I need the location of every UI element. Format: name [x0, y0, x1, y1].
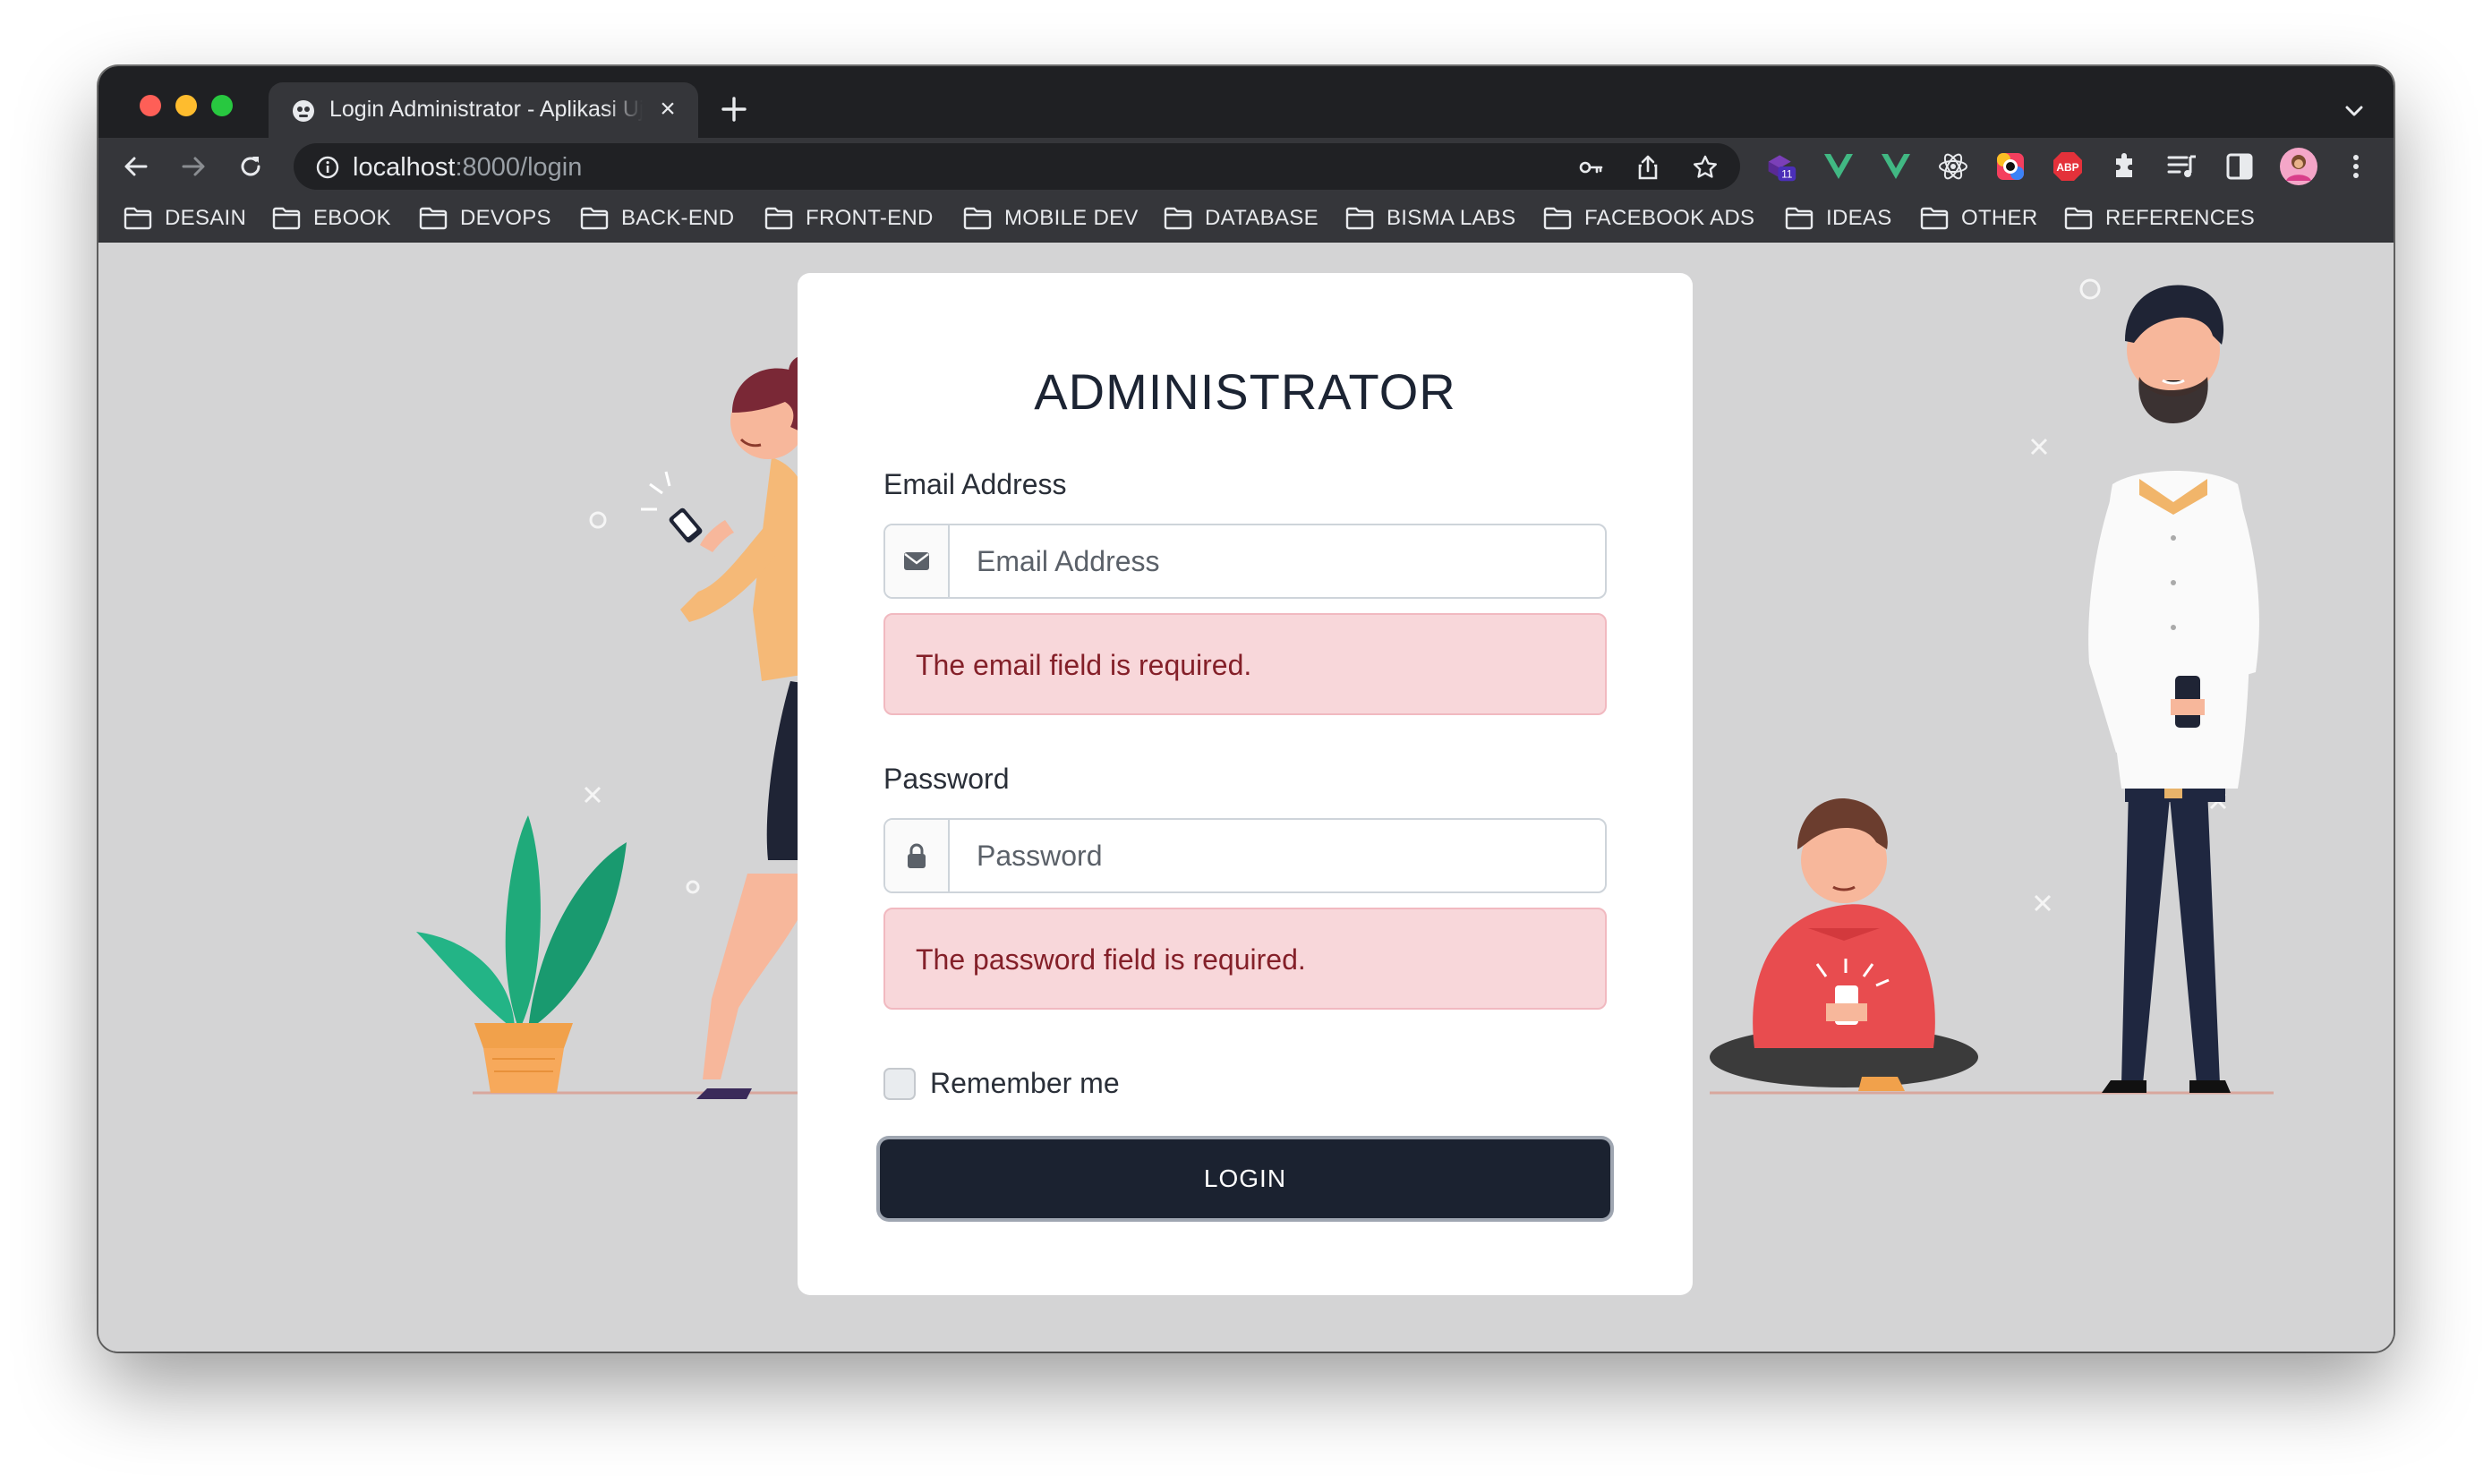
abp-label: ABP — [2056, 161, 2078, 174]
extension-purple-icon[interactable]: 11 — [1765, 150, 1797, 183]
password-label: Password — [883, 763, 1010, 795]
email-input[interactable] — [950, 525, 1594, 597]
site-info-icon[interactable] — [315, 155, 340, 180]
folder-icon — [1345, 207, 1387, 230]
vue-devtools-icon[interactable] — [1822, 150, 1855, 183]
email-input-group — [883, 524, 1607, 599]
close-window-button[interactable] — [140, 95, 161, 116]
bookmark-devops[interactable]: DEVOPS — [419, 202, 551, 235]
browser-toolbar: localhost:8000/login 11 ABP — [98, 138, 2394, 195]
favicon-icon — [293, 100, 314, 122]
url-host: localhost — [353, 153, 456, 182]
password-input-group — [883, 818, 1607, 893]
bookmark-label: DEVOPS — [460, 206, 551, 230]
bookmark-label: EBOOK — [313, 206, 391, 230]
folder-icon — [580, 207, 621, 230]
address-bar[interactable]: localhost:8000/login — [294, 143, 1740, 190]
profile-avatar[interactable] — [2279, 147, 2318, 186]
bookmark-database[interactable]: DATABASE — [1164, 202, 1319, 235]
folder-icon — [963, 207, 1004, 230]
page-content: ADMINISTRATOR Email Address The email fi… — [98, 243, 2394, 1352]
bookmark-front-end[interactable]: FRONT-END — [764, 202, 934, 235]
more-menu-icon[interactable] — [2340, 150, 2372, 183]
bookmark-label: REFERENCES — [2105, 206, 2256, 230]
reload-icon[interactable] — [235, 150, 267, 183]
side-panel-icon[interactable] — [2223, 150, 2256, 183]
people-with-phones-illustration — [1710, 278, 2274, 1095]
bookmark-label: FACEBOOK ADS — [1584, 206, 1755, 230]
bookmark-label: FRONT-END — [806, 206, 934, 230]
bookmark-label: IDEAS — [1826, 206, 1892, 230]
folder-icon — [124, 207, 165, 230]
url-text[interactable]: localhost:8000/login — [353, 153, 582, 183]
folder-icon — [1920, 207, 1961, 230]
password-error-text: The password field is required. — [916, 943, 1306, 976]
folder-icon — [272, 207, 313, 230]
tab-close-icon[interactable]: × — [653, 95, 682, 124]
email-error-text: The email field is required. — [916, 649, 1252, 681]
extension-badge: 11 — [1781, 169, 1792, 181]
vue-devtools-2-icon[interactable] — [1880, 150, 1912, 183]
bookmark-desain[interactable]: DESAIN — [124, 202, 246, 235]
react-devtools-icon[interactable] — [1937, 150, 1969, 183]
email-error-alert: The email field is required. — [883, 613, 1607, 715]
password-input[interactable] — [950, 820, 1594, 891]
email-label: Email Address — [883, 468, 1067, 500]
login-card: ADMINISTRATOR Email Address The email fi… — [798, 273, 1693, 1295]
password-error-alert: The password field is required. — [883, 908, 1607, 1010]
bookmark-other[interactable]: OTHER — [1920, 202, 2038, 235]
url-path: :8000/login — [455, 153, 583, 182]
maximize-window-button[interactable] — [211, 95, 233, 116]
bookmark-references[interactable]: REFERENCES — [2064, 202, 2255, 235]
bookmark-label: OTHER — [1961, 206, 2038, 230]
tab-active[interactable]: Login Administrator - Aplikasi Ujian × — [269, 82, 698, 138]
login-button[interactable]: LOGIN — [880, 1139, 1610, 1218]
bookmark-ideas[interactable]: IDEAS — [1785, 202, 1892, 235]
remember-me-checkbox[interactable] — [883, 1068, 916, 1100]
bookmark-label: BISMA LABS — [1387, 206, 1516, 230]
folder-icon — [764, 207, 806, 230]
reading-list-icon[interactable] — [2166, 150, 2198, 183]
password-key-icon[interactable] — [1575, 152, 1606, 183]
tab-strip: Login Administrator - Aplikasi Ujian × — [98, 66, 2394, 138]
new-tab-icon[interactable] — [716, 91, 752, 127]
remember-me-label[interactable]: Remember me — [930, 1067, 1120, 1100]
login-title: ADMINISTRATOR — [1034, 363, 1456, 420]
forward-icon[interactable] — [177, 150, 209, 183]
bookmark-label: MOBILE DEV — [1004, 206, 1139, 230]
browser-window: Login Administrator - Aplikasi Ujian × l… — [98, 66, 2394, 1352]
bookmarks-bar: DESAIN EBOOK DEVOPS BACK-END FRONT-END MOBILE… — [98, 195, 2394, 243]
bookmark-star-icon[interactable] — [1690, 152, 1720, 183]
bookmark-label: BACK-END — [621, 206, 735, 230]
folder-icon — [1164, 207, 1205, 230]
folder-icon — [1543, 207, 1584, 230]
bookmark-mobile-dev[interactable]: MOBILE DEV — [963, 202, 1139, 235]
folder-icon — [419, 207, 460, 230]
minimize-window-button[interactable] — [175, 95, 197, 116]
tab-title: Login Administrator - Aplikasi Ujian — [329, 97, 643, 122]
adblock-plus-icon[interactable]: ABP — [2052, 150, 2084, 183]
bookmark-back-end[interactable]: BACK-END — [580, 202, 734, 235]
folder-icon — [2064, 207, 2105, 230]
share-icon[interactable] — [1633, 152, 1663, 183]
bookmark-label: DATABASE — [1205, 206, 1319, 230]
bookmark-label: DESAIN — [165, 206, 247, 230]
bookmark-facebook-ads[interactable]: FACEBOOK ADS — [1543, 202, 1754, 235]
color-picker-icon[interactable] — [1994, 150, 2027, 183]
lock-icon — [885, 820, 950, 891]
tab-search-chevron-icon[interactable] — [2342, 98, 2367, 124]
folder-icon — [1785, 207, 1826, 230]
bookmark-ebook[interactable]: EBOOK — [272, 202, 391, 235]
back-icon[interactable] — [120, 150, 152, 183]
extensions-puzzle-icon[interactable] — [2109, 150, 2141, 183]
bookmark-bisma-labs[interactable]: BISMA LABS — [1345, 202, 1515, 235]
envelope-icon — [885, 525, 950, 597]
